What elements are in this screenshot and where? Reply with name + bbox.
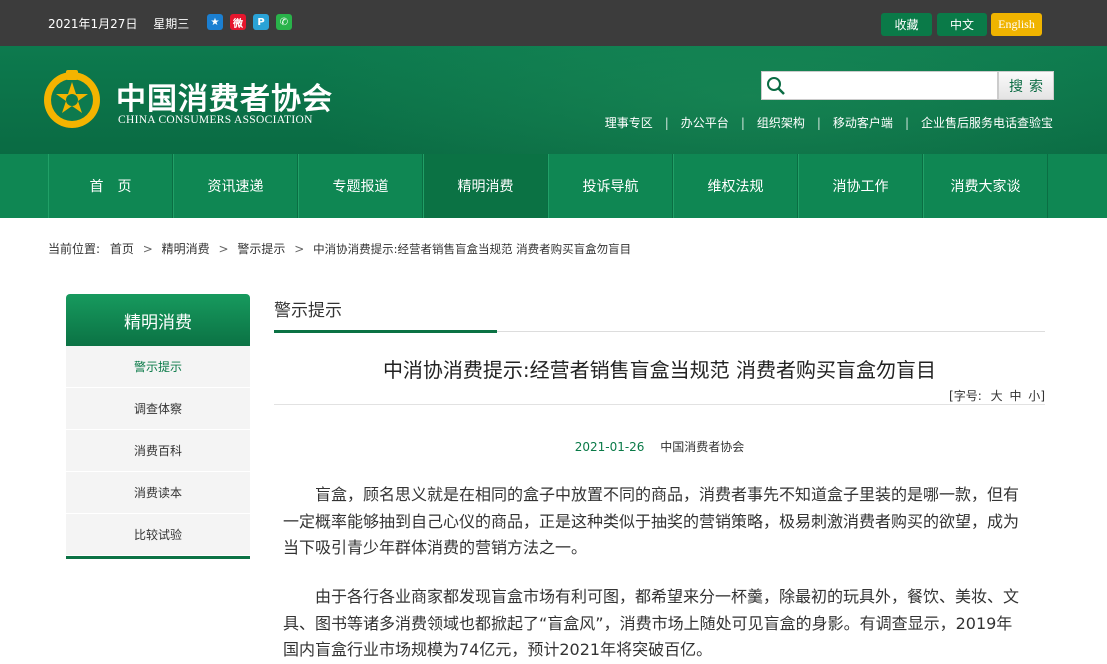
nav-news[interactable]: 资讯速递 <box>173 154 298 218</box>
main-nav: 首 页 资讯速递 专题报道 精明消费 投诉导航 维权法规 消协工作 消费大家谈 <box>0 154 1107 218</box>
quick-link-mobile[interactable]: 移动客户端 <box>833 114 893 131</box>
breadcrumb: 当前位置: 首页 > 精明消费 > 警示提示 > 中消协消费提示:经营者销售盲盒… <box>48 242 632 256</box>
sidebar-title: 精明消费 <box>66 294 250 346</box>
breadcrumb-smart-consumption[interactable]: 精明消费 <box>162 242 210 256</box>
sidebar-item-encyclopedia[interactable]: 消费百科 <box>66 430 250 472</box>
nav-special[interactable]: 专题报道 <box>298 154 423 218</box>
nav-smart-consumption[interactable]: 精明消费 <box>423 154 548 218</box>
chevron-right-icon: > <box>294 242 305 256</box>
search-icon <box>767 77 785 95</box>
article-paragraph: 盲盒，顾名思义就是在相同的盒子中放置不同的商品，消费者事先不知道盒子里装的是哪一… <box>283 485 1020 557</box>
breadcrumb-home[interactable]: 首页 <box>110 242 134 256</box>
sidebar-item-reader[interactable]: 消费读本 <box>66 472 250 514</box>
breadcrumb-warnings[interactable]: 警示提示 <box>237 242 285 256</box>
tencent-weibo-icon[interactable]: P <box>253 14 269 30</box>
font-size-medium[interactable]: 中 <box>1009 389 1021 403</box>
breadcrumb-current: 中消协消费提示:经营者销售盲盒当规范 消费者购买盲盒勿盲目 <box>313 242 632 256</box>
font-size-switcher: [字号: 大 中 小] <box>949 389 1045 403</box>
chinese-button[interactable]: 中文 <box>937 13 987 36</box>
article-date: 2021-01-26 <box>574 440 645 454</box>
wechat-icon[interactable]: ✆ <box>276 14 292 30</box>
weibo-icon[interactable]: 微 <box>230 14 246 30</box>
top-bar: 2021年1月27日 星期三 ★ 微 P ✆ 收藏 中文 English <box>0 0 1107 46</box>
sidebar-item-comparison[interactable]: 比较试验 <box>66 514 250 556</box>
share-icons: ★ 微 P ✆ <box>207 14 292 30</box>
search-button[interactable]: 搜索 <box>998 71 1054 100</box>
nav-forum[interactable]: 消费大家谈 <box>923 154 1048 218</box>
font-size-large[interactable]: 大 <box>991 389 1003 403</box>
cca-logo-icon[interactable] <box>40 66 104 130</box>
article-meta: 2021-01-26 中国消费者协会 <box>274 438 1045 455</box>
search-input[interactable] <box>790 75 990 97</box>
nav-home[interactable]: 首 页 <box>48 154 173 218</box>
logo-chinese-name[interactable]: 中国消费者协会 <box>116 74 333 118</box>
quick-links: 理事专区 | 办公平台 | 组织架构 | 移动客户端 | 企业售后服务电话查验宝 <box>604 114 1053 131</box>
quick-link-org[interactable]: 组织架构 <box>757 114 805 131</box>
qzone-icon[interactable]: ★ <box>207 14 223 30</box>
article-title: 中消协消费提示:经营者销售盲盒当规范 消费者购买盲盒勿盲目 <box>382 358 937 382</box>
nav-rights-law[interactable]: 维权法规 <box>673 154 798 218</box>
search-box <box>761 71 998 100</box>
article-source: 中国消费者协会 <box>660 440 745 454</box>
chevron-right-icon: > <box>142 242 153 256</box>
english-button[interactable]: English <box>991 13 1042 36</box>
section-title: 警示提示 <box>274 301 342 321</box>
favorite-button[interactable]: 收藏 <box>881 13 932 36</box>
quick-link-service-check[interactable]: 企业售后服务电话查验宝 <box>921 114 1053 131</box>
quick-link-office[interactable]: 办公平台 <box>681 114 729 131</box>
logo-english-name: CHINA CONSUMERS ASSOCIATION <box>118 114 313 126</box>
site-header: 中国消费者协会 CHINA CONSUMERS ASSOCIATION 搜索 理… <box>0 46 1107 154</box>
quick-link-council[interactable]: 理事专区 <box>605 114 653 131</box>
font-size-small[interactable]: 小 <box>1028 389 1040 403</box>
nav-association-work[interactable]: 消协工作 <box>798 154 923 218</box>
sidebar: 精明消费 警示提示 调查体察 消费百科 消费读本 比较试验 <box>66 294 250 559</box>
sidebar-item-warnings[interactable]: 警示提示 <box>66 346 250 388</box>
chevron-right-icon: > <box>218 242 229 256</box>
nav-complaint[interactable]: 投诉导航 <box>548 154 673 218</box>
sidebar-item-survey[interactable]: 调查体察 <box>66 388 250 430</box>
current-date: 2021年1月27日 星期三 <box>48 17 190 31</box>
section-header: 警示提示 <box>274 296 1045 333</box>
article-paragraph: 由于各行各业商家都发现盲盒市场有利可图，都希望来分一杯羹，除最初的玩具外，餐饮、… <box>283 587 1020 659</box>
